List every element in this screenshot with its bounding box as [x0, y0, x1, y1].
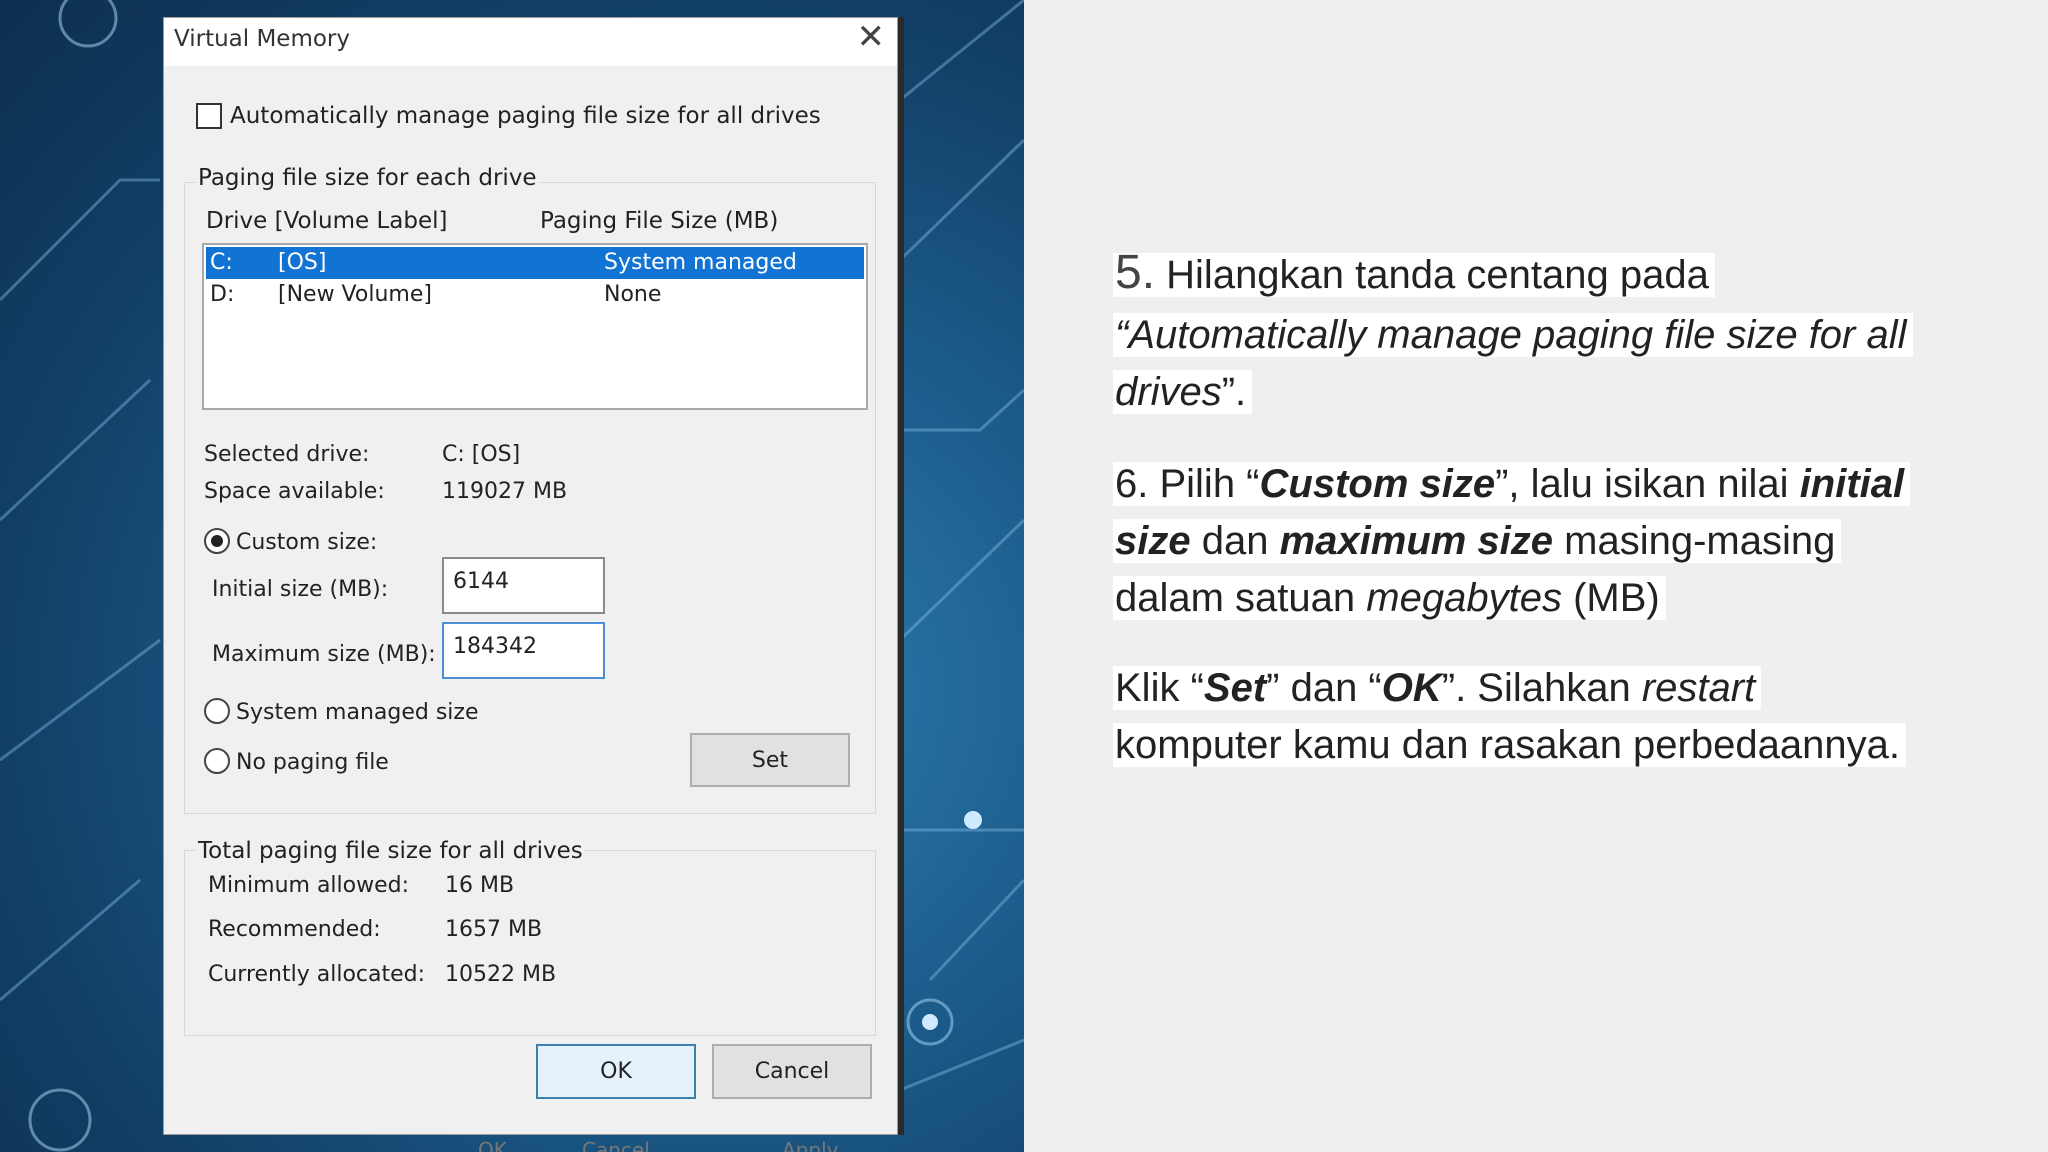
step-6-custom-size: Custom size — [1259, 462, 1496, 506]
drive-label: [OS] — [278, 250, 327, 275]
drive-letter: C: — [210, 250, 233, 275]
custom-size-label[interactable]: Custom size: — [236, 530, 377, 555]
drive-letter: D: — [210, 282, 235, 307]
custom-size-radio[interactable] — [204, 528, 230, 554]
step-6-line-2: size dan maximum size masing-masing — [1113, 513, 1842, 570]
step-5-quote: “Automatically manage paging file size f… — [1113, 313, 1913, 357]
step-6-line-1: 6. Pilih “Custom size”, lalu isikan nila… — [1113, 456, 1911, 513]
step-5-quote-end: drives — [1115, 370, 1222, 414]
title-bar: Virtual Memory ✕ — [164, 18, 897, 66]
close-icon[interactable]: ✕ — [857, 20, 886, 54]
step-5-tail: ”. — [1221, 370, 1247, 414]
auto-manage-label[interactable]: Automatically manage paging file size fo… — [230, 103, 821, 129]
recommended-label: Recommended: — [208, 917, 381, 942]
min-allowed-value: 16 MB — [445, 873, 515, 898]
drive-label: [New Volume] — [278, 282, 432, 307]
underlying-ok-button: OK — [478, 1138, 507, 1152]
selected-drive-label: Selected drive: — [204, 442, 370, 467]
step-5-line-3: drives”. — [1113, 364, 1253, 421]
no-paging-radio[interactable] — [204, 748, 230, 774]
space-available-value: 119027 MB — [442, 479, 568, 504]
step-6-masing: masing-masing — [1553, 519, 1836, 563]
step-6-mb: (MB) — [1561, 576, 1660, 620]
drive-size: None — [604, 282, 662, 307]
total-group-title: Total paging file size for all drives — [196, 838, 585, 864]
min-allowed-label: Minimum allowed: — [208, 873, 410, 898]
klik-ok: OK — [1381, 666, 1442, 710]
system-managed-label[interactable]: System managed size — [236, 700, 478, 725]
step-6-dalam: dalam satuan — [1115, 576, 1367, 620]
klik-mid: ” dan “ — [1266, 666, 1382, 710]
set-button[interactable]: Set — [690, 733, 850, 787]
virtual-memory-dialog: Virtual Memory ✕ Automatically manage pa… — [163, 17, 898, 1152]
step-6-prefix: 6. Pilih “ — [1115, 462, 1260, 506]
ok-button[interactable]: OK — [536, 1044, 696, 1099]
space-available-label: Space available: — [204, 479, 385, 504]
klik-line-2: komputer kamu dan rasakan perbedaannya. — [1113, 717, 1906, 774]
klik-line-1: Klik “Set” dan “OK”. Silahkan restart — [1113, 660, 1762, 717]
maximum-size-label: Maximum size (MB): — [212, 642, 436, 667]
step-6-mid: ”, lalu isikan nilai — [1495, 462, 1800, 506]
system-managed-radio[interactable] — [204, 698, 230, 724]
auto-manage-checkbox[interactable] — [196, 103, 222, 129]
auto-manage-row[interactable]: Automatically manage paging file size fo… — [196, 103, 821, 129]
klik-restart: restart — [1641, 666, 1756, 710]
drive-list[interactable]: C: [OS] System managed D: [New Volume] N… — [202, 243, 868, 410]
drive-row-c[interactable]: C: [OS] System managed — [206, 247, 864, 279]
step-6-megabytes: megabytes — [1366, 576, 1562, 620]
paging-group-title: Paging file size for each drive — [196, 165, 539, 191]
klik-after: ”. Silahkan — [1441, 666, 1642, 710]
underlying-cancel-button: Cancel — [582, 1138, 650, 1152]
currently-allocated-value: 10522 MB — [445, 962, 557, 987]
klik-set: Set — [1203, 666, 1267, 710]
klik-prefix: Klik “ — [1115, 666, 1204, 710]
step-5-text: Hilangkan tanda centang pada — [1166, 253, 1709, 297]
klik-line-2-text: komputer kamu dan rasakan perbedaannya. — [1113, 723, 1906, 767]
step-5-line-1: 5. Hilangkan tanda centang pada — [1113, 244, 1715, 304]
step-6-line-3: dalam satuan megabytes (MB) — [1113, 570, 1666, 627]
underlying-apply-button: Apply — [782, 1138, 839, 1152]
step-6-initial: initial — [1799, 462, 1905, 506]
step-6-maximum-size: maximum size — [1279, 519, 1554, 563]
currently-allocated-label: Currently allocated: — [208, 962, 426, 987]
dialog-title: Virtual Memory — [174, 26, 351, 52]
drive-size: System managed — [604, 250, 797, 275]
step-6-size: size — [1115, 519, 1191, 563]
initial-size-input[interactable]: 6144 — [442, 557, 605, 614]
selected-drive-value: C: [OS] — [442, 442, 521, 467]
step-5-line-2: “Automatically manage paging file size f… — [1113, 307, 1913, 364]
column-header-size: Paging File Size (MB) — [540, 208, 779, 234]
column-header-drive: Drive [Volume Label] — [206, 208, 448, 234]
cancel-button[interactable]: Cancel — [712, 1044, 872, 1099]
step-6-dan: dan — [1190, 519, 1280, 563]
initial-size-label: Initial size (MB): — [212, 577, 389, 602]
no-paging-label[interactable]: No paging file — [236, 750, 389, 775]
recommended-value: 1657 MB — [445, 917, 543, 942]
drive-row-d[interactable]: D: [New Volume] None — [206, 279, 864, 311]
maximum-size-input[interactable]: 184342 — [442, 622, 605, 679]
step-5-number: 5. — [1115, 246, 1156, 299]
